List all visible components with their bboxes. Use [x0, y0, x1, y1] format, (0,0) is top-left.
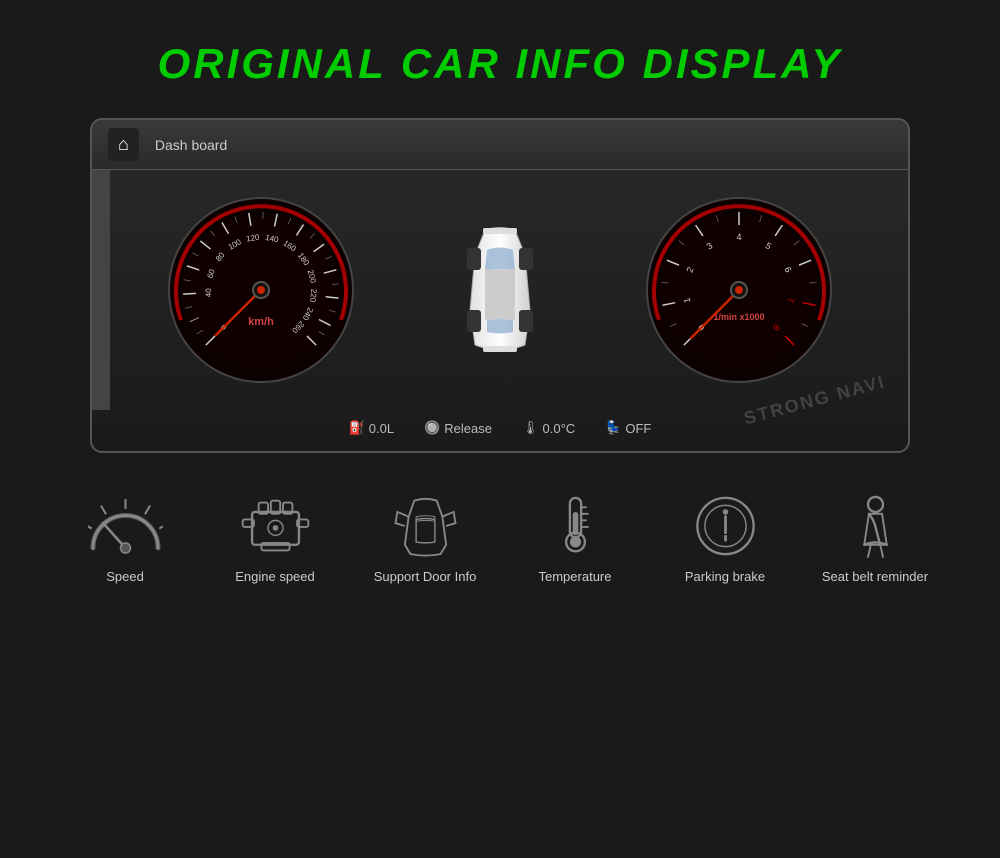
- dashboard-title: Dash board: [155, 137, 227, 153]
- pressure-icon: 🔘: [424, 420, 440, 436]
- feature-engine-speed: Engine speed: [220, 493, 330, 586]
- svg-text:1/min x1000: 1/min x1000: [713, 312, 764, 322]
- engine-icon: [238, 493, 313, 558]
- fuel-value: 0.0L: [369, 421, 394, 436]
- temp-status: 🌡 0.0°C: [522, 420, 575, 436]
- seatbelt-value: OFF: [625, 421, 651, 436]
- seatbelt-reminder-icon: [838, 493, 913, 558]
- home-button[interactable]: ⌂: [108, 128, 139, 161]
- page-title: ORIGINAL CAR INFO DISPLAY: [158, 40, 843, 88]
- seatbelt-status: 💺 OFF: [605, 420, 651, 436]
- features-section: Speed Engine speed: [70, 493, 930, 586]
- feature-door-info: Support Door Info: [370, 493, 480, 586]
- feature-door-info-label: Support Door Info: [374, 568, 477, 586]
- pressure-status: 🔘 Release: [424, 420, 492, 436]
- dashboard-body: 0 40 60 80 100 120: [92, 170, 908, 410]
- parking-brake-icon: [688, 493, 763, 558]
- tachometer: 0 1 2 3 4 5 6 7 8: [639, 190, 839, 390]
- fuel-icon: ⛽: [349, 420, 365, 436]
- door-icon: [388, 493, 463, 558]
- speedometer-icon: [88, 493, 163, 558]
- dashboard-header: ⌂ Dash board: [92, 120, 908, 170]
- feature-engine-speed-label: Engine speed: [235, 568, 315, 586]
- left-strip: [92, 170, 110, 410]
- seatbelt-icon: 💺: [605, 420, 621, 436]
- temp-value: 0.0°C: [543, 421, 576, 436]
- svg-text:4: 4: [736, 232, 741, 242]
- svg-text:40: 40: [204, 288, 213, 298]
- car-image: [440, 220, 560, 360]
- feature-parking-brake: Parking brake: [670, 493, 780, 586]
- feature-speed: Speed: [70, 493, 180, 586]
- thermometer-icon: [538, 493, 613, 558]
- feature-speed-label: Speed: [106, 568, 144, 586]
- feature-temperature: Temperature: [520, 493, 630, 586]
- svg-text:km/h: km/h: [248, 316, 274, 328]
- feature-seatbelt-label: Seat belt reminder: [822, 568, 928, 586]
- feature-parking-brake-label: Parking brake: [685, 568, 765, 586]
- speedometer: 0 40 60 80 100 120: [161, 190, 361, 390]
- feature-temperature-label: Temperature: [539, 568, 612, 586]
- temp-icon: 🌡: [522, 420, 539, 436]
- dashboard-display: ⌂ Dash board 0: [90, 118, 910, 453]
- home-icon: ⌂: [118, 134, 129, 154]
- feature-seatbelt: Seat belt reminder: [820, 493, 930, 586]
- svg-text:220: 220: [308, 288, 318, 303]
- fuel-status: ⛽ 0.0L: [349, 420, 395, 436]
- pressure-value: Release: [444, 421, 492, 436]
